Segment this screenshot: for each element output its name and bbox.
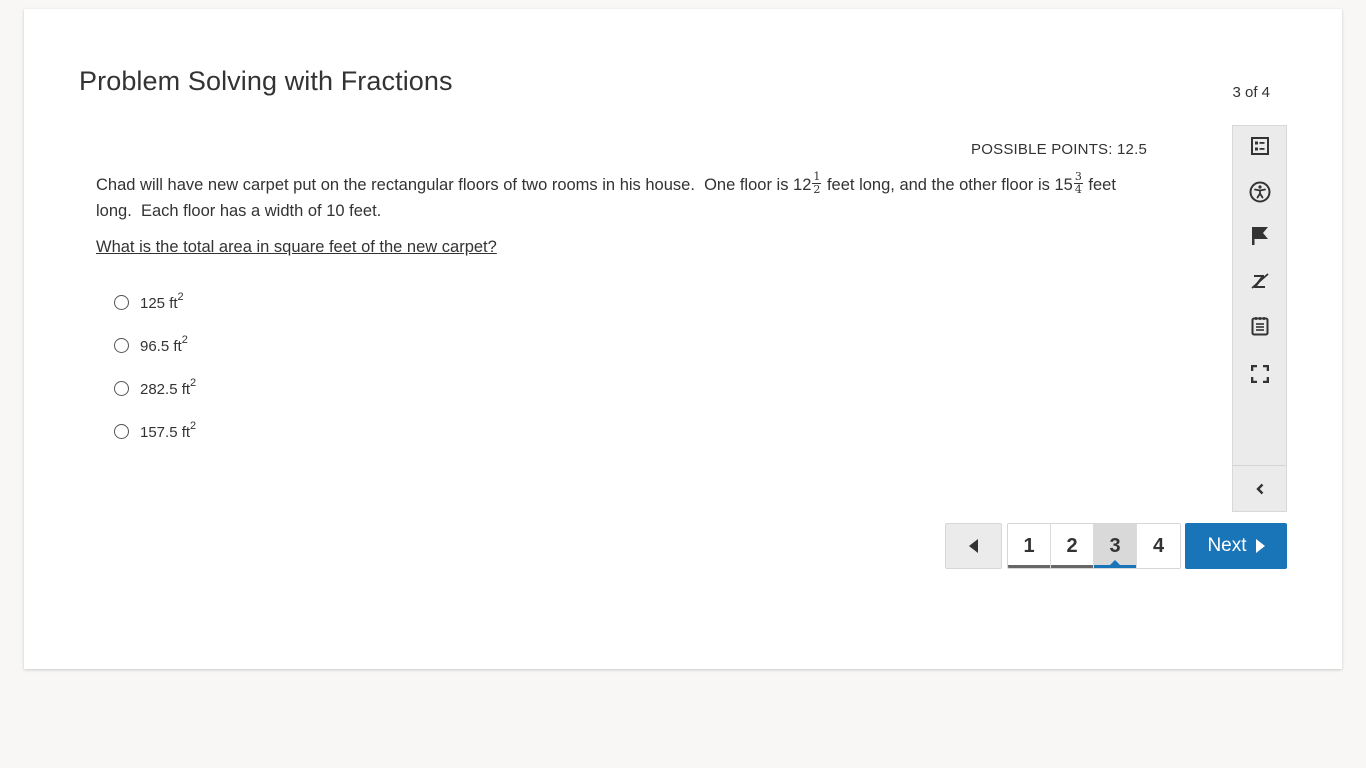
tools-sidebar bbox=[1232, 125, 1287, 512]
page-button-3[interactable]: 3 bbox=[1094, 524, 1137, 568]
page-number: 2 bbox=[1066, 534, 1078, 557]
toolbar-divider bbox=[1233, 465, 1286, 466]
answer-choice-4[interactable]: 157.5 ft2 bbox=[114, 410, 196, 453]
answer-choices: 125 ft2 96.5 ft2 282.5 ft2 157.5 ft2 bbox=[114, 281, 196, 453]
notepad-icon bbox=[1251, 317, 1268, 336]
fraction-denominator: 4 bbox=[1074, 183, 1082, 197]
choice-value: 282.5 ft bbox=[140, 381, 191, 398]
page-button-4[interactable]: 4 bbox=[1137, 524, 1180, 568]
radio-button[interactable] bbox=[114, 424, 129, 439]
triangle-right-icon bbox=[1255, 539, 1265, 553]
answer-choice-1[interactable]: 125 ft2 bbox=[114, 281, 196, 324]
answer-choice-3[interactable]: 282.5 ft2 bbox=[114, 367, 196, 410]
choice-label: 125 ft2 bbox=[140, 291, 184, 312]
stem-text-1: Chad will have new carpet put on the rec… bbox=[96, 176, 812, 194]
page-button-1[interactable]: 1 bbox=[1008, 524, 1051, 568]
triangle-left-icon bbox=[968, 539, 978, 553]
fraction-three-quarters: 34 bbox=[1073, 171, 1083, 197]
page-title: Problem Solving with Fractions bbox=[79, 66, 453, 96]
choice-label: 282.5 ft2 bbox=[140, 377, 197, 398]
fraction-denominator: 2 bbox=[813, 183, 821, 197]
page-number: 1 bbox=[1023, 534, 1035, 557]
notepad-button[interactable] bbox=[1233, 306, 1286, 346]
choice-value: 96.5 ft bbox=[140, 338, 182, 355]
accessibility-button[interactable] bbox=[1233, 172, 1286, 212]
possible-points: POSSIBLE POINTS: 12.5 bbox=[971, 141, 1147, 158]
collapse-toolbar-button[interactable] bbox=[1233, 467, 1286, 511]
previous-button[interactable] bbox=[945, 523, 1002, 569]
radio-button[interactable] bbox=[114, 381, 129, 396]
page-button-2[interactable]: 2 bbox=[1051, 524, 1094, 568]
choice-exponent: 2 bbox=[190, 420, 197, 432]
answer-choice-2[interactable]: 96.5 ft2 bbox=[114, 324, 196, 367]
answer-eliminator-button[interactable] bbox=[1233, 261, 1286, 301]
assessment-card: Problem Solving with Fractions 3 of 4 PO… bbox=[24, 9, 1342, 669]
choice-label: 96.5 ft2 bbox=[140, 334, 188, 355]
flag-icon bbox=[1251, 227, 1268, 245]
list-icon bbox=[1250, 137, 1269, 155]
question-pager: 1 2 3 4 bbox=[1007, 523, 1181, 569]
choice-value: 125 ft bbox=[140, 295, 178, 312]
choice-exponent: 2 bbox=[190, 377, 197, 389]
radio-button[interactable] bbox=[114, 338, 129, 353]
fullscreen-icon bbox=[1250, 365, 1269, 383]
next-label: Next bbox=[1207, 535, 1247, 556]
choice-label: 157.5 ft2 bbox=[140, 420, 197, 441]
page-number: 3 bbox=[1109, 534, 1121, 557]
fullscreen-button[interactable] bbox=[1233, 354, 1286, 394]
next-button[interactable]: Next bbox=[1185, 523, 1287, 569]
item-overview-button[interactable] bbox=[1233, 126, 1286, 166]
chevron-left-icon bbox=[1255, 483, 1263, 495]
page-number: 4 bbox=[1152, 534, 1165, 557]
eliminator-icon bbox=[1250, 273, 1269, 289]
choice-exponent: 2 bbox=[177, 291, 184, 303]
current-page-caret-icon bbox=[1110, 560, 1120, 565]
stem-text-2: feet long, and the other floor is 15 bbox=[822, 176, 1073, 194]
accessibility-icon bbox=[1249, 181, 1270, 203]
flag-button[interactable] bbox=[1233, 216, 1286, 256]
choice-exponent: 2 bbox=[181, 334, 188, 346]
fraction-one-half: 12 bbox=[812, 171, 822, 197]
question-prompt: What is the total area in square feet of… bbox=[96, 238, 497, 256]
question-stem: Chad will have new carpet put on the rec… bbox=[96, 171, 1156, 224]
radio-button[interactable] bbox=[114, 295, 129, 310]
choice-value: 157.5 ft bbox=[140, 424, 191, 441]
question-counter: 3 of 4 bbox=[1232, 84, 1270, 101]
